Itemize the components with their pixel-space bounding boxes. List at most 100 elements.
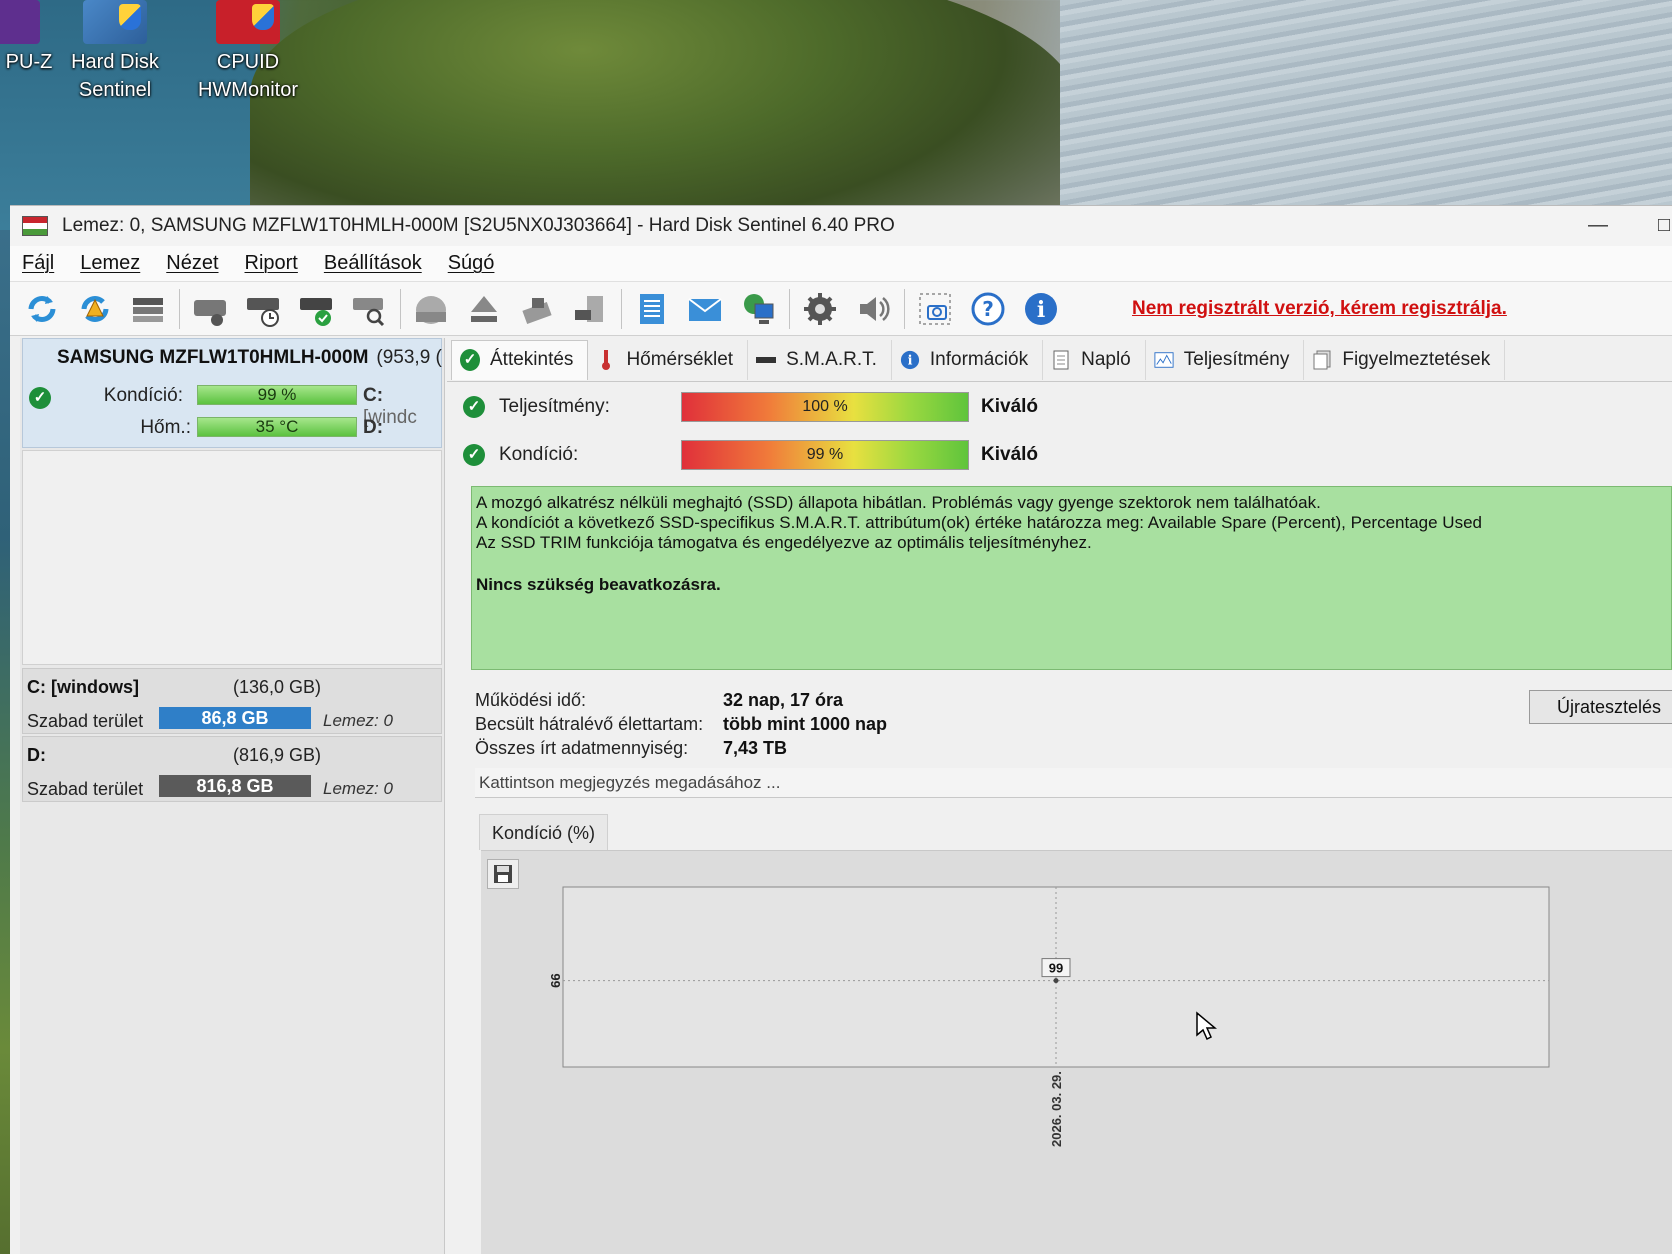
tab-log[interactable]: Napló <box>1043 339 1146 380</box>
thermometer-icon <box>596 349 616 370</box>
settings-button[interactable] <box>798 287 842 331</box>
disk-search-icon <box>353 297 385 326</box>
desktop-icon-cpuz[interactable]: PU-Z <box>0 0 60 76</box>
tab-temperature[interactable]: Hőmérséklet <box>588 339 749 380</box>
volume-size: (136,0 GB) <box>233 677 322 697</box>
menu-report[interactable]: Riport <box>245 252 298 275</box>
gear-icon <box>804 292 836 325</box>
volume-name: D: <box>27 745 46 765</box>
drive-icon <box>756 350 777 370</box>
camera-icon <box>919 293 951 324</box>
desktop-icon-label-2: Sentinel <box>78 79 152 101</box>
disk-schedule-button[interactable] <box>241 287 285 331</box>
performance-rating: Kiváló <box>981 396 1039 417</box>
disk-ok-icon: ✓ <box>29 387 51 409</box>
menu-disk[interactable]: Lemez <box>80 252 140 275</box>
condition-label: Kondíció: <box>499 444 579 465</box>
document-icon <box>1051 350 1071 370</box>
title-bar[interactable]: Lemez: 0, SAMSUNG MZFLW1T0HMLH-000M [S2U… <box>10 206 1672 246</box>
network-button[interactable] <box>736 287 780 331</box>
tab-bar: ✓ Áttekintés Hőmérséklet S.M.A.R.T. i In… <box>447 338 1672 382</box>
disk-name: SAMSUNG MZFLW1T0HMLH-000M (953,9 ( <box>57 347 442 369</box>
volume-d[interactable]: D: (816,9 GB) Szabad terület 816,8 GB Le… <box>22 736 442 802</box>
toolbar-separator <box>904 288 905 329</box>
external-drive-button[interactable] <box>568 287 612 331</box>
usb-drive-icon <box>522 297 552 324</box>
free-space-bar: 816,8 GB <box>159 775 311 797</box>
svg-text:i: i <box>907 352 912 367</box>
menu-settings[interactable]: Beállítások <box>324 252 422 275</box>
tab-smart[interactable]: S.M.A.R.T. <box>748 339 892 380</box>
lifetime-label: Becsült hátralévő élettartam: <box>475 714 704 734</box>
written-label: Összes írt adatmennyiség: <box>475 738 689 758</box>
chart-tab-condition[interactable]: Kondíció (%) <box>479 814 609 850</box>
note-input[interactable]: Kattintson megjegyzés megadásához ... <box>475 768 1672 798</box>
refresh-all-button[interactable] <box>73 287 117 331</box>
uptime-label: Működési idő: <box>475 690 587 710</box>
menu-view[interactable]: Nézet <box>166 252 218 275</box>
temperature-bar: 35 °C <box>197 417 357 437</box>
eject-button[interactable] <box>462 287 506 331</box>
refresh-warning-icon <box>81 295 109 322</box>
desktop-icon-label-2: HWMonitor <box>197 79 298 101</box>
disk-search-button[interactable] <box>347 287 391 331</box>
y-tick-label: 99 <box>548 973 563 987</box>
app-window: Lemez: 0, SAMSUNG MZFLW1T0HMLH-000M [S2U… <box>10 205 1672 1254</box>
free-space-label: Szabad terület <box>27 779 144 799</box>
condition-bar: 99 % <box>197 385 357 405</box>
network-monitor-icon <box>744 293 774 324</box>
desktop-icon-label: Hard Disk <box>71 51 159 73</box>
toolbar-separator <box>179 288 180 329</box>
register-link[interactable]: Nem regisztrált verzió, kérem regisztrál… <box>1132 298 1507 320</box>
volume-c[interactable]: C: [windows] (136,0 GB) Szabad terület 8… <box>22 668 442 734</box>
window-title: Lemez: 0, SAMSUNG MZFLW1T0HMLH-000M [S2U… <box>62 215 895 236</box>
minimize-button[interactable]: — <box>1588 214 1608 237</box>
volume-name: C: [windows] <box>27 677 139 697</box>
tab-label: S.M.A.R.T. <box>786 348 877 370</box>
svg-text:?: ? <box>982 297 994 321</box>
temperature-label: Hőm.: <box>140 417 191 438</box>
tab-performance[interactable]: Teljesítmény <box>1146 339 1305 380</box>
mouse-cursor-icon <box>1196 1011 1217 1041</box>
desktop-icon-hwmonitor[interactable]: CPUID HWMonitor <box>188 0 308 104</box>
tab-label: Teljesítmény <box>1183 348 1290 370</box>
performance-row: ✓ Teljesítmény: 100 % Kiváló <box>463 390 1038 424</box>
tab-overview[interactable]: ✓ Áttekintés <box>451 339 589 380</box>
tab-alerts[interactable]: Figyelmeztetések <box>1304 339 1506 380</box>
tab-label: Hőmérséklet <box>626 348 734 370</box>
tab-information[interactable]: i Információk <box>892 339 1044 380</box>
check-icon: ✓ <box>460 349 480 371</box>
disk-card[interactable]: SAMSUNG MZFLW1T0HMLH-000M (953,9 ( ✓ Kond… <box>22 338 442 448</box>
about-button[interactable]: i <box>1019 287 1063 331</box>
disk-list-icon <box>133 297 163 322</box>
email-button[interactable] <box>683 287 727 331</box>
lifetime-value: több mint 1000 nap <box>723 714 888 734</box>
drive-c-letter: C: <box>363 385 384 406</box>
usb-drive-button[interactable] <box>515 287 559 331</box>
refresh-button[interactable] <box>20 287 64 331</box>
help-button[interactable]: ? <box>966 287 1010 331</box>
menu-help[interactable]: Súgó <box>448 252 495 275</box>
performance-bar: 100 % <box>681 392 969 422</box>
menu-file[interactable]: Fájl <box>22 252 54 275</box>
disk-list-button[interactable] <box>126 287 170 331</box>
maximize-button[interactable]: □ <box>1658 214 1670 237</box>
disk-check-button[interactable] <box>294 287 338 331</box>
svg-text:i: i <box>1037 297 1045 323</box>
disk-image-button[interactable] <box>409 287 453 331</box>
status-action: Nincs szükség beavatkozásra. <box>476 575 721 594</box>
uptime-value: 32 nap, 17 óra <box>723 690 844 710</box>
screenshot-button[interactable] <box>913 287 957 331</box>
disk-surface-button[interactable] <box>188 287 232 331</box>
info-icon: i <box>900 350 920 370</box>
desktop-icon-hard-disk-sentinel[interactable]: Hard Disk Sentinel <box>55 0 175 104</box>
retest-button[interactable]: Újratesztelés <box>1529 690 1672 724</box>
toolbar-separator <box>400 288 401 329</box>
email-icon <box>688 297 722 321</box>
disk-clock-icon <box>247 297 279 327</box>
sound-button[interactable] <box>851 287 895 331</box>
wallpaper-sea-right <box>1060 0 1672 230</box>
info-icon: i <box>1025 292 1057 325</box>
external-drive-icon <box>575 295 603 322</box>
report-button[interactable] <box>630 287 674 331</box>
